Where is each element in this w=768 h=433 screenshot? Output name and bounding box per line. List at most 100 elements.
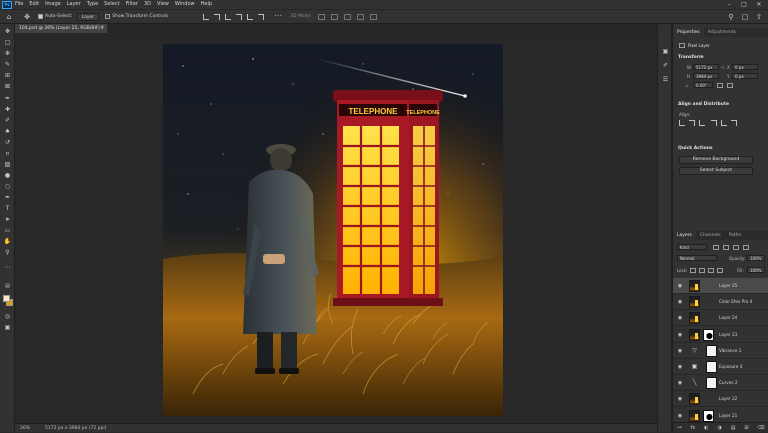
visibility-eye-icon[interactable]: ◉ xyxy=(677,364,683,370)
auto-select-target-dropdown[interactable]: Layer xyxy=(76,12,100,21)
menu-view[interactable]: View xyxy=(154,0,172,9)
marquee-tool-icon[interactable]: □ xyxy=(2,39,13,47)
x-field[interactable]: 0 px xyxy=(732,64,758,70)
visibility-eye-icon[interactable]: ◉ xyxy=(677,315,683,321)
path-select-icon[interactable]: ➤ xyxy=(2,216,13,224)
document-canvas[interactable]: TELEPHONE TELEPHONE xyxy=(163,44,503,416)
align-bottom-icon[interactable] xyxy=(258,13,265,20)
layer-row[interactable]: ◉ Layer 23 xyxy=(673,327,768,343)
maximize-button[interactable]: □ xyxy=(737,0,751,9)
align-section-title[interactable]: Align and Distribute xyxy=(678,102,729,107)
align-hcenters-icon[interactable] xyxy=(689,120,695,126)
visibility-eye-icon[interactable]: ◉ xyxy=(677,348,683,354)
lock-transparency-icon[interactable] xyxy=(690,268,696,273)
layer-row[interactable]: ◉ ╲ Curves 2 xyxy=(673,375,768,392)
menu-type[interactable]: Type xyxy=(84,0,101,9)
zoom-tool-icon[interactable]: ⚲ xyxy=(2,249,13,257)
visibility-eye-icon[interactable]: ◉ xyxy=(677,299,683,305)
home-icon[interactable]: ⌂ xyxy=(4,12,14,22)
align-vcenters-icon[interactable] xyxy=(721,120,727,126)
move-tool-icon[interactable]: ✥ xyxy=(22,12,32,22)
healing-brush-icon[interactable]: ✚ xyxy=(2,106,13,114)
width-field[interactable]: 5172 px xyxy=(693,64,719,70)
blend-mode-dropdown[interactable]: Normal xyxy=(677,255,717,261)
adjust-panel-icon[interactable]: ☰ xyxy=(660,76,671,84)
hand-tool-icon[interactable]: ✋ xyxy=(2,238,13,246)
transform-section-title[interactable]: Transform xyxy=(678,55,704,60)
align-top-edges-icon[interactable] xyxy=(711,120,717,126)
tab-layers[interactable]: Layers xyxy=(673,231,696,240)
lock-pixels-icon[interactable] xyxy=(699,268,705,273)
menu-3d[interactable]: 3D xyxy=(141,0,154,9)
layer-mask-thumbnail[interactable] xyxy=(706,361,717,373)
align-vcenter-icon[interactable] xyxy=(247,13,254,20)
filter-shape-icon[interactable] xyxy=(743,245,749,250)
clone-stamp-icon[interactable]: ♠ xyxy=(2,128,13,136)
quick-select-tool-icon[interactable]: ✎ xyxy=(2,61,13,69)
add-mask-icon[interactable]: ◐ xyxy=(704,425,708,431)
align-top-icon[interactable] xyxy=(236,13,243,20)
new-group-icon[interactable]: ▤ xyxy=(731,425,736,431)
3d-slide-icon[interactable] xyxy=(356,13,364,20)
new-layer-icon[interactable]: ⊞ xyxy=(744,425,748,431)
layer-thumbnail[interactable] xyxy=(689,296,700,309)
layer-thumbnail[interactable] xyxy=(689,393,700,406)
history-panel-icon[interactable]: ▣ xyxy=(660,48,671,56)
eyedropper-tool-icon[interactable]: ✒ xyxy=(2,95,13,103)
menu-select[interactable]: Select xyxy=(101,0,122,9)
layer-name[interactable]: Layer 24 xyxy=(719,315,737,320)
layer-filter-dropdown[interactable]: Kind xyxy=(677,244,707,250)
align-right-edges-icon[interactable] xyxy=(699,120,705,126)
height-field[interactable]: 3984 px xyxy=(693,73,719,79)
visibility-eye-icon[interactable]: ◉ xyxy=(677,413,683,419)
visibility-eye-icon[interactable]: ◉ xyxy=(677,283,683,289)
close-window-button[interactable]: ✕ xyxy=(752,0,766,9)
layer-thumbnail[interactable] xyxy=(689,312,700,325)
filter-type-icon[interactable] xyxy=(733,245,739,250)
tab-adjustments[interactable]: Adjustments xyxy=(704,28,740,37)
brush-settings-icon[interactable]: ✐ xyxy=(660,62,671,70)
move-tool-icon[interactable]: ✥ xyxy=(2,28,13,36)
tab-channels[interactable]: Channels xyxy=(696,231,725,240)
document-tab[interactable]: 104.psd @ 26% (Layer 25, RGB/8#) * × xyxy=(15,24,107,33)
foreground-color-swatch[interactable] xyxy=(3,295,10,302)
layer-mask-thumbnail[interactable] xyxy=(706,344,717,357)
brush-tool-icon[interactable]: ✐ xyxy=(2,117,13,125)
workspace-icon[interactable]: □ xyxy=(740,12,750,22)
transform-controls-checkbox[interactable] xyxy=(105,14,111,19)
menu-image[interactable]: Image xyxy=(42,0,64,9)
angle-field[interactable]: 0.00° xyxy=(693,82,713,88)
filter-pixel-icon[interactable] xyxy=(713,245,719,250)
flip-vertical-icon[interactable] xyxy=(727,83,733,88)
quick-actions-title[interactable]: Quick Actions xyxy=(678,146,713,151)
quick-mask-icon[interactable]: ◎ xyxy=(2,313,13,321)
gradient-tool-icon[interactable]: ▧ xyxy=(2,161,13,169)
lasso-tool-icon[interactable]: ✻ xyxy=(2,50,13,58)
layer-thumbnail[interactable] xyxy=(689,328,700,341)
menu-help[interactable]: Help xyxy=(198,0,215,9)
layer-mask-thumbnail[interactable] xyxy=(703,328,714,341)
layer-row[interactable]: ◉ ▣ Exposure 4 xyxy=(673,359,768,375)
share-icon[interactable]: ⇧ xyxy=(754,12,764,22)
auto-select-checkbox[interactable] xyxy=(38,14,43,19)
layer-mask-thumbnail[interactable] xyxy=(703,409,714,422)
menu-file[interactable]: File xyxy=(12,0,26,9)
menu-layer[interactable]: Layer xyxy=(64,0,84,9)
layer-row[interactable]: ◉ Color Efex Pro 4 xyxy=(673,294,768,311)
visibility-eye-icon[interactable]: ◉ xyxy=(677,380,683,386)
link-icon[interactable]: ⚯ xyxy=(721,65,724,70)
frame-tool-icon[interactable]: ⊠ xyxy=(2,83,13,91)
align-left-icon[interactable] xyxy=(203,13,210,20)
dodge-tool-icon[interactable]: ○ xyxy=(2,183,13,191)
shape-tool-icon[interactable]: ▭ xyxy=(2,227,13,235)
blur-tool-icon[interactable]: ● xyxy=(2,172,13,180)
layer-name[interactable]: Exposure 4 xyxy=(719,364,742,369)
3d-orbit-icon[interactable] xyxy=(317,13,325,20)
remove-background-button[interactable]: Remove Background xyxy=(679,156,753,164)
search-icon[interactable]: ⚲ xyxy=(726,12,736,22)
lock-all-icon[interactable] xyxy=(717,268,723,273)
layer-style-icon[interactable]: fx xyxy=(691,425,696,431)
tab-paths[interactable]: Paths xyxy=(725,231,745,240)
layer-name[interactable]: Color Efex Pro 4 xyxy=(719,299,752,304)
align-bottom-edges-icon[interactable] xyxy=(731,120,737,126)
